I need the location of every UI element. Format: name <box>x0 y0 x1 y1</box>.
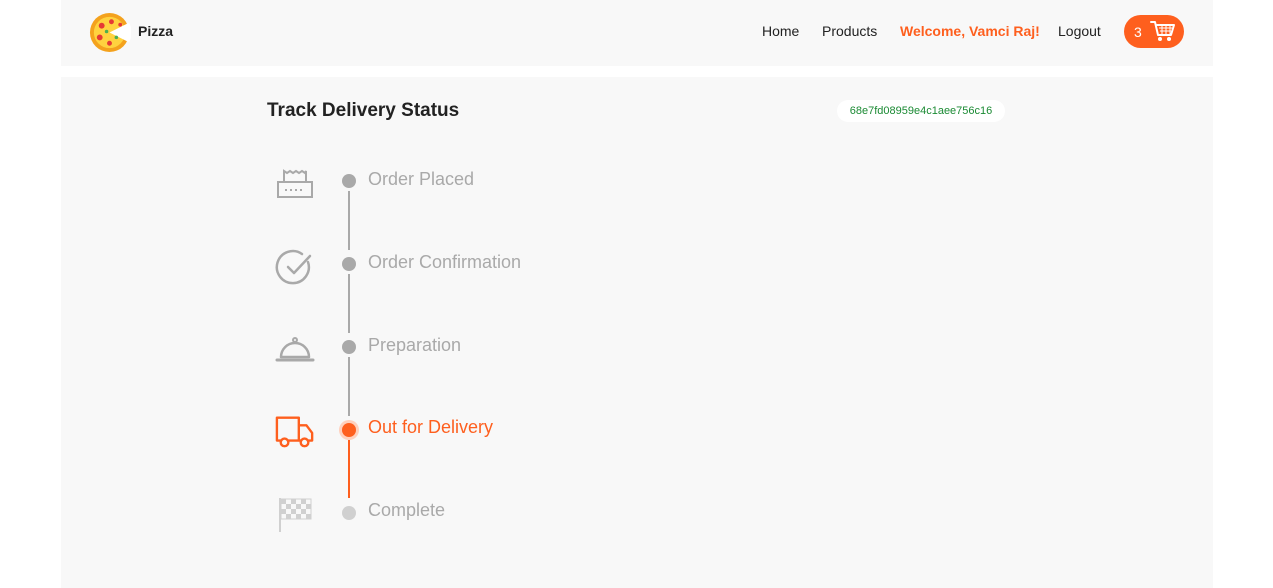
step-dot-out-for-delivery <box>342 423 356 437</box>
welcome-message: Welcome, Vamci Raj! <box>900 23 1040 39</box>
nav-link-home[interactable]: Home <box>762 23 799 39</box>
checkered-flag-icon <box>279 498 312 532</box>
step-connector <box>348 357 350 416</box>
nav-link-products[interactable]: Products <box>822 23 877 39</box>
step-dot-order-placed <box>342 174 356 188</box>
cart-count-badge: 3 <box>1134 24 1142 40</box>
step-connector <box>348 274 350 333</box>
step-dot-order-confirmation <box>342 257 356 271</box>
step-label-order-placed: Order Placed <box>368 169 475 189</box>
step-dot-preparation <box>342 340 356 354</box>
step-label-order-confirmation: Order Confirmation <box>368 252 522 272</box>
delivery-truck-icon <box>275 416 314 448</box>
track-delivery-panel: Track Delivery Status 68e7fd08959e4c1aee… <box>61 77 1213 588</box>
nav-link-logout[interactable]: Logout <box>1058 23 1101 39</box>
step-label-complete: Complete <box>368 500 446 520</box>
cloche-icon <box>275 337 315 362</box>
order-id-badge: 68e7fd08959e4c1aee756c16 <box>837 100 1005 122</box>
cart-button[interactable]: 3 <box>1124 15 1184 48</box>
step-label-preparation: Preparation <box>368 335 462 355</box>
receipt-icon <box>277 169 313 198</box>
step-dot-complete <box>342 506 356 520</box>
step-connector-current <box>348 440 350 498</box>
step-label-out-for-delivery: Out for Delivery <box>368 417 494 437</box>
pizza-logo-icon[interactable] <box>88 11 131 54</box>
navbar: Pizza Home Products Welcome, Vamci Raj! … <box>61 0 1213 66</box>
check-circle-icon <box>275 249 312 285</box>
shopping-cart-icon <box>1150 21 1175 41</box>
page-title: Track Delivery Status <box>267 100 460 121</box>
step-connector <box>348 191 350 250</box>
brand-name[interactable]: Pizza <box>138 23 173 39</box>
